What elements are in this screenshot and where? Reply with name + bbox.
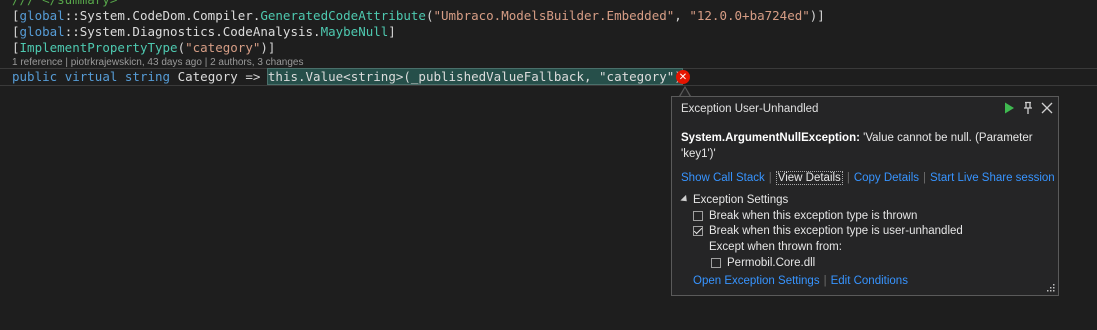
code-token: ::System.Diagnostics.CodeAnalysis. <box>64 24 321 39</box>
break-thrown-row[interactable]: Break when this exception type is thrown <box>693 210 917 222</box>
code-token: virtual <box>64 69 125 84</box>
code-token: )] <box>260 40 276 55</box>
code-token: global <box>19 24 65 39</box>
exception-settings-label: Exception Settings <box>693 194 789 206</box>
pin-button[interactable] <box>1021 101 1035 115</box>
code-token: )] <box>809 8 825 23</box>
code-line-maybe-null: [global::System.Diagnostics.CodeAnalysis… <box>12 24 396 40</box>
module-checkbox[interactable] <box>711 258 721 268</box>
code-token: this.Value<string>(_publishedValueFallba… <box>266 68 683 85</box>
popup-title: Exception User-Unhandled <box>681 103 819 115</box>
separator: | <box>823 275 827 287</box>
code-line-implement-property-type: [ImplementPropertyType("category")] <box>12 40 275 56</box>
break-thrown-checkbox[interactable] <box>693 211 703 221</box>
action-links: Show Call Stack | View Details | Copy Detail… <box>681 171 1055 185</box>
code-token: "Umbraco.ModelsBuilder.Embedded" <box>433 8 675 23</box>
code-token: ::System.CodeDom.Compiler. <box>64 8 261 23</box>
view-details-link[interactable]: View Details <box>775 171 843 185</box>
code-token: public <box>12 69 65 84</box>
code-token: /// </summary> <box>12 0 117 7</box>
code-token: "category" <box>185 40 261 55</box>
code-token: [ <box>12 40 20 55</box>
code-token: "12.0.0+ba724ed" <box>689 8 810 23</box>
show-call-stack-link[interactable]: Show Call Stack <box>681 172 765 184</box>
live-share-link[interactable]: Start Live Share session <box>930 172 1055 184</box>
exception-settings-header[interactable]: Exception Settings <box>680 194 789 206</box>
code-token: string <box>124 69 178 84</box>
exception-message: System.ArgumentNullException: 'Value can… <box>681 130 1043 162</box>
code-token: global <box>19 8 65 23</box>
code-token: [ <box>12 8 20 23</box>
close-icon <box>1041 102 1053 114</box>
bottom-links: Open Exception Settings | Edit Conditions <box>693 275 908 287</box>
edit-conditions-link[interactable]: Edit Conditions <box>831 275 908 287</box>
code-line-category-property[interactable]: public virtual string Category => this.V… <box>12 68 689 85</box>
exception-type: System.ArgumentNullException: <box>681 132 860 144</box>
module-row[interactable]: Permobil.Core.dll <box>711 257 815 269</box>
code-token: GeneratedCodeAttribute <box>260 8 426 23</box>
play-icon <box>1005 102 1014 114</box>
copy-details-link[interactable]: Copy Details <box>854 172 919 184</box>
break-unhandled-label: Break when this exception type is user-u… <box>709 225 963 237</box>
resize-grip-icon[interactable] <box>1046 283 1055 292</box>
code-line-generated-code-attribute: [global::System.CodeDom.Compiler.Generat… <box>12 8 825 24</box>
code-token: => <box>245 69 268 84</box>
open-exception-settings-link[interactable]: Open Exception Settings <box>693 275 820 287</box>
collapse-triangle-icon <box>680 195 690 205</box>
separator: | <box>768 172 772 184</box>
code-token: , <box>674 8 690 23</box>
error-glyph-icon[interactable]: ✕ <box>676 70 690 84</box>
break-thrown-label: Break when this exception type is thrown <box>709 210 918 222</box>
separator: | <box>923 172 927 184</box>
code-token: MaybeNull <box>320 24 389 39</box>
break-unhandled-checkbox[interactable] <box>693 226 703 236</box>
code-token: ( <box>177 40 186 55</box>
except-when-label: Except when thrown from: <box>709 241 842 253</box>
code-token: Category <box>177 69 246 84</box>
code-token: ] <box>388 24 396 39</box>
pin-icon <box>1024 101 1032 114</box>
code-token: [ <box>12 24 20 39</box>
continue-button[interactable] <box>1002 101 1016 115</box>
code-line-summary: /// </summary> <box>12 0 117 8</box>
break-unhandled-row[interactable]: Break when this exception type is user-u… <box>693 225 963 237</box>
exception-popup: Exception User-Unhandled System.Argument… <box>671 96 1059 296</box>
code-token: ImplementPropertyType <box>19 40 178 55</box>
close-button[interactable] <box>1040 101 1054 115</box>
module-label: Permobil.Core.dll <box>727 257 816 269</box>
separator: | <box>846 172 850 184</box>
